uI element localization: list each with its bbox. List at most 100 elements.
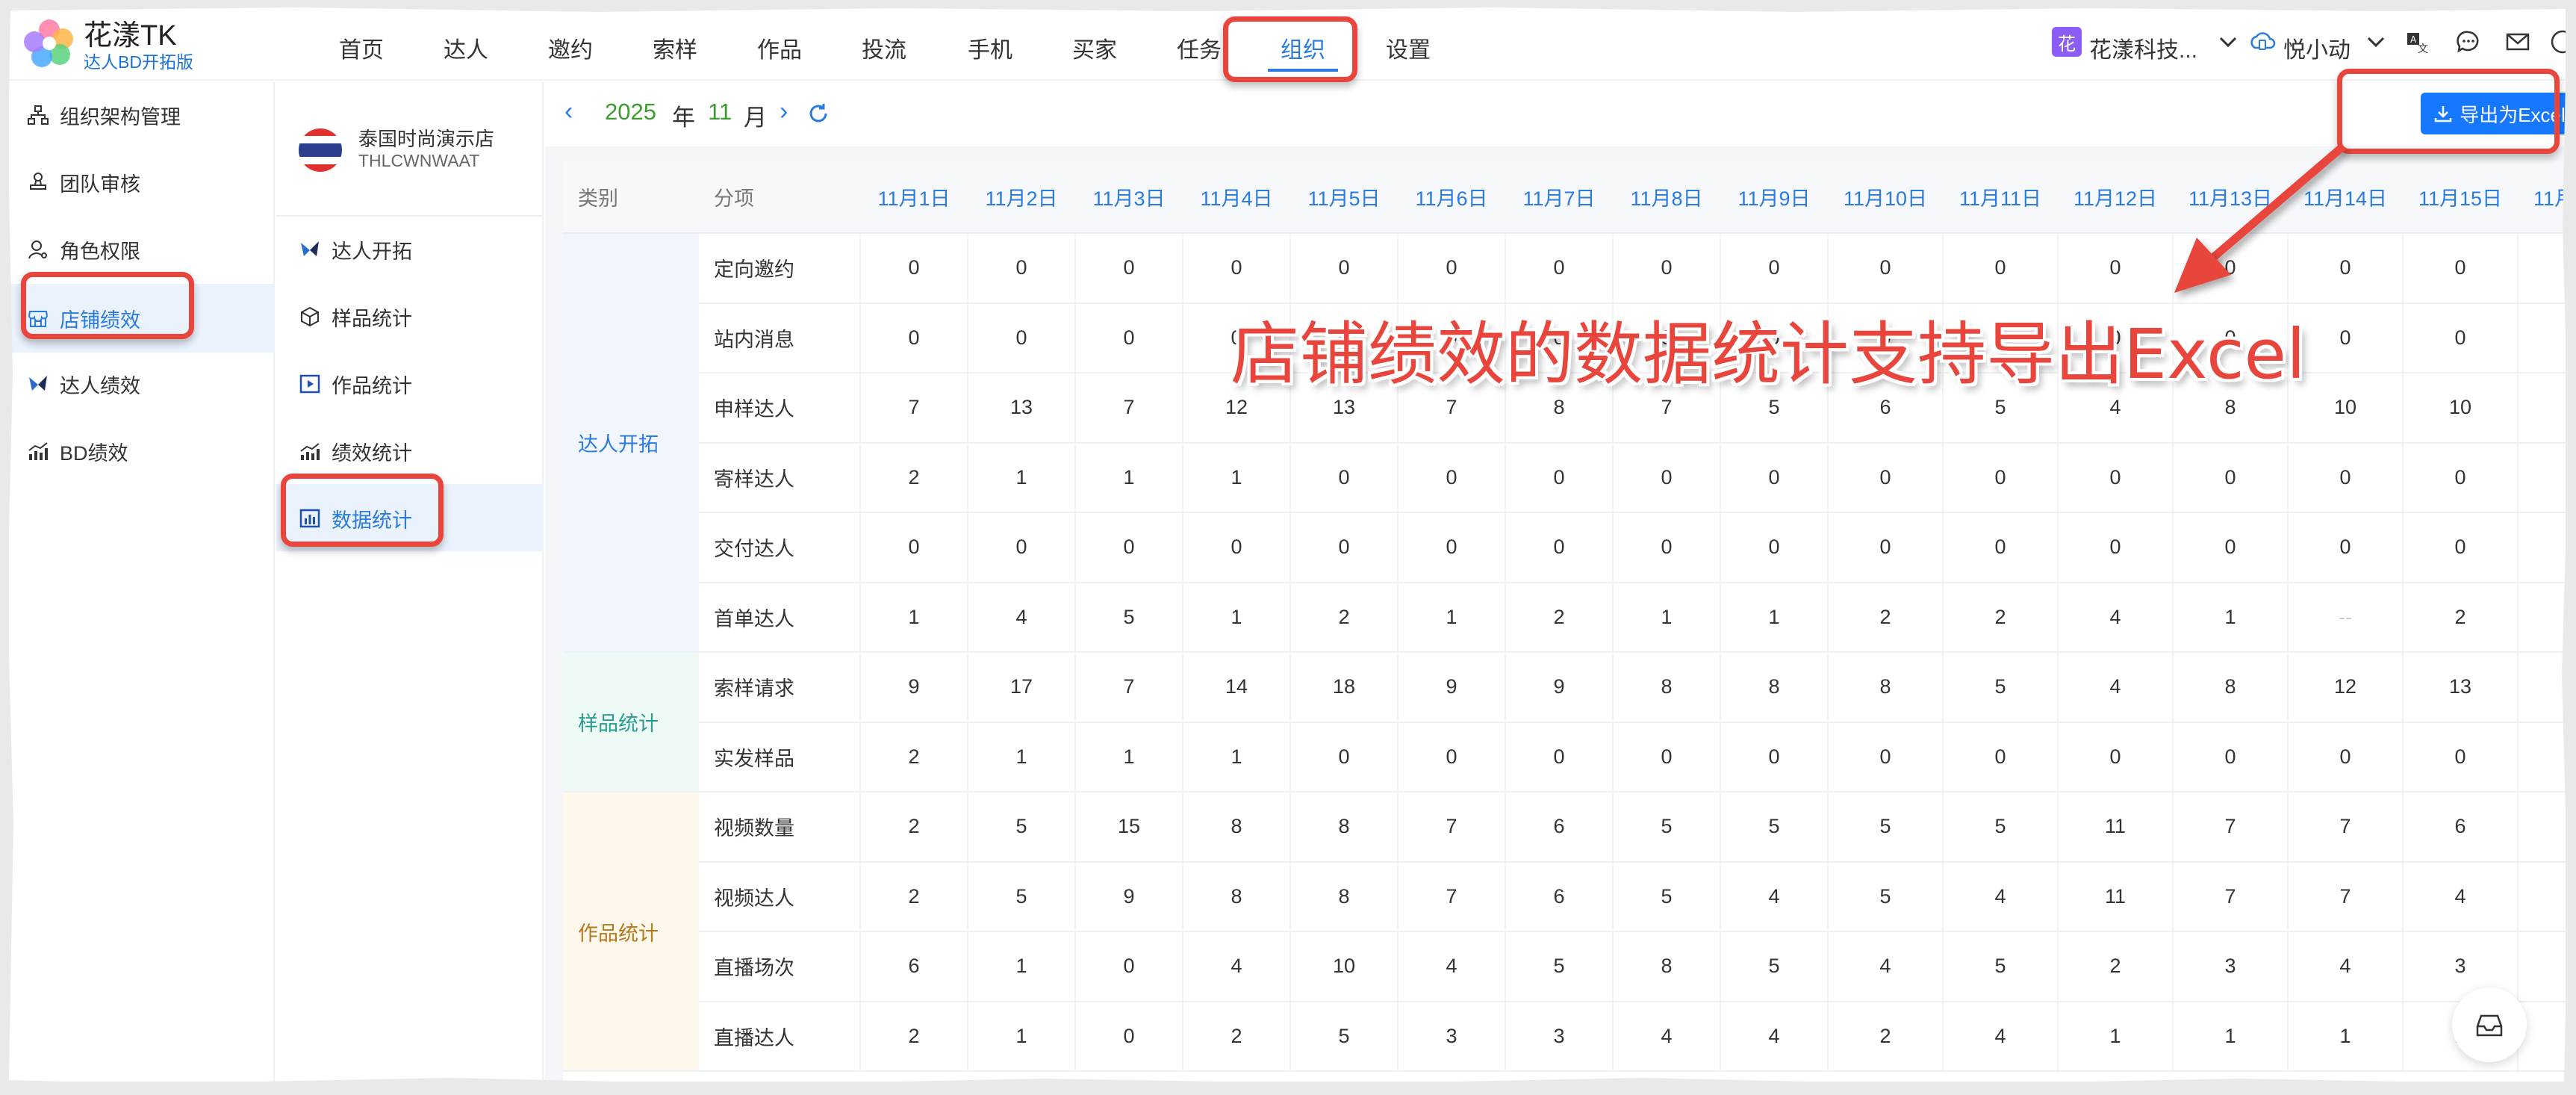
column-header-date: 11月4日 <box>1183 161 1290 234</box>
nav-creators[interactable]: 达人 <box>444 31 488 64</box>
value-cell: 0 <box>2173 233 2289 304</box>
value-cell: 4 <box>1828 931 1944 1002</box>
column-header-date: 11月3日 <box>1075 161 1183 234</box>
value-cell: 0 <box>1290 442 1399 513</box>
sidebar-item-creator-performance[interactable]: 达人绩效 <box>27 362 266 406</box>
chevron-down-icon[interactable] <box>2361 27 2391 57</box>
value-cell: 5 <box>1943 931 2059 1002</box>
value-cell: 6 <box>860 931 968 1002</box>
inbox-float-button[interactable] <box>2452 987 2527 1062</box>
user-name[interactable]: 悦小动 <box>2283 31 2351 64</box>
translate-icon[interactable]: A文 <box>2403 27 2433 57</box>
nav-home[interactable]: 首页 <box>339 31 384 64</box>
value-cell: 0 <box>1398 233 1506 304</box>
shop-name[interactable]: 泰国时尚演示店 <box>358 124 494 152</box>
subnav-creator-outreach[interactable]: 达人开拓 <box>299 227 530 272</box>
table-row: 寄样达人2111000000000000 <box>563 442 2566 513</box>
value-cell: 7 <box>2288 792 2404 863</box>
item-label-cell: 视频达人 <box>699 861 861 932</box>
month-unit: 月 <box>744 105 767 131</box>
value-cell: 0 <box>1075 512 1183 583</box>
column-header-date: 11月9日 <box>1720 161 1828 234</box>
value-cell: 2 <box>1828 582 1944 653</box>
sidebar-item-label: 组织架构管理 <box>60 105 181 128</box>
column-header-date: 11月15日 <box>2403 161 2518 234</box>
help-icon[interactable] <box>2548 27 2566 57</box>
company-avatar[interactable]: 花 <box>2052 27 2082 57</box>
value-cell: 0 <box>2518 303 2566 373</box>
sidebar-item-bd-performance[interactable]: BD绩效 <box>27 429 266 474</box>
nav-buyers[interactable]: 买家 <box>1072 31 1117 64</box>
item-label-cell: 寄样达人 <box>699 442 861 513</box>
value-cell: 0 <box>1720 442 1829 513</box>
company-name[interactable]: 花漾科技... <box>2089 31 2197 64</box>
table-row: 样品统计索样请求917714189988854812131 <box>563 652 2566 792</box>
item-label-cell: 交付达人 <box>699 512 861 583</box>
value-cell: 7 <box>2173 792 2289 863</box>
refresh-icon[interactable] <box>805 100 832 127</box>
sidebar-item-role-permissions[interactable]: 角色权限 <box>27 227 266 272</box>
value-cell: 0 <box>2288 233 2404 304</box>
value-cell: 18 <box>1290 652 1399 723</box>
value-cell: 5 <box>1828 792 1944 863</box>
sidebar-item-team-review[interactable]: 团队审核 <box>27 160 266 205</box>
date-toolbar: ‹ 2025 年 11 月 › 导出为Excel <box>545 82 2566 146</box>
subnav-performance-stats[interactable]: 绩效统计 <box>299 429 530 474</box>
value-cell: 1 <box>1398 582 1506 653</box>
sidebar-item-label: 角色权限 <box>60 240 140 263</box>
brand-title: 花漾TK <box>84 20 177 52</box>
sidebar-item-org-structure[interactable]: 组织架构管理 <box>27 93 266 137</box>
thailand-flag-icon <box>299 128 342 172</box>
item-label-cell: 直播场次 <box>699 931 861 1002</box>
value-cell: 1 <box>860 582 968 653</box>
category-cell: 样品统计 <box>563 652 699 792</box>
value-cell: 0 <box>2518 233 2566 304</box>
value-cell: 1 <box>2518 652 2566 723</box>
value-cell: 1 <box>968 1001 1076 1072</box>
table-row: 视频达人25988765454117741 <box>563 861 2566 932</box>
nav-ads[interactable]: 投流 <box>862 31 906 64</box>
value-cell: 8 <box>1290 861 1399 932</box>
subnav-sample-stats[interactable]: 样品统计 <box>299 294 530 339</box>
value-cell: 11 <box>2058 861 2174 932</box>
value-cell: 5 <box>1075 582 1183 653</box>
value-cell: 8 <box>1613 652 1721 723</box>
category-cell: 达人开拓 <box>563 233 699 653</box>
value-cell: 17 <box>968 652 1076 723</box>
value-cell: 0 <box>2518 512 2566 583</box>
value-cell: 2 <box>860 1001 968 1072</box>
value-cell: 4 <box>1613 1001 1721 1072</box>
chat-icon[interactable] <box>2454 27 2483 57</box>
value-cell: 5 <box>1613 792 1721 863</box>
brand-subtitle: 达人BD开拓版 <box>84 52 193 72</box>
nav-samples[interactable]: 索样 <box>653 31 697 64</box>
prev-month-button[interactable]: ‹ <box>564 97 573 126</box>
value-cell: 0 <box>2288 442 2404 513</box>
next-month-button[interactable]: › <box>780 97 788 126</box>
nav-works[interactable]: 作品 <box>757 31 802 64</box>
value-cell: 4 <box>2058 652 2174 723</box>
inbox-icon <box>2476 1014 2503 1037</box>
value-cell: 11 <box>2058 792 2174 863</box>
nav-tasks[interactable]: 任务 <box>1177 31 1222 64</box>
mail-icon[interactable] <box>2503 27 2533 57</box>
value-cell: 3 <box>1505 1001 1614 1072</box>
value-cell: 1 <box>2518 582 2566 653</box>
value-cell: 2 <box>860 442 968 513</box>
subnav-label: 作品统计 <box>332 374 412 397</box>
value-cell: 0 <box>1075 1001 1183 1072</box>
nav-invite[interactable]: 邀约 <box>548 31 593 64</box>
highlight-store-performance <box>21 272 194 339</box>
subnav-works-stats[interactable]: 作品统计 <box>299 362 530 406</box>
nav-phone[interactable]: 手机 <box>968 31 1012 64</box>
value-cell: 10 <box>2403 373 2519 444</box>
nav-settings[interactable]: 设置 <box>1386 31 1431 64</box>
chevron-down-icon[interactable] <box>2213 27 2243 57</box>
value-cell: 7 <box>860 373 968 444</box>
value-cell: 5 <box>1505 931 1614 1002</box>
value-cell: 0 <box>1943 512 2059 583</box>
value-cell: 2 <box>860 722 968 792</box>
value-cell: 1 <box>1720 582 1829 653</box>
value-cell: 1 <box>2173 582 2289 653</box>
cloud-phone-icon[interactable] <box>2247 27 2277 57</box>
